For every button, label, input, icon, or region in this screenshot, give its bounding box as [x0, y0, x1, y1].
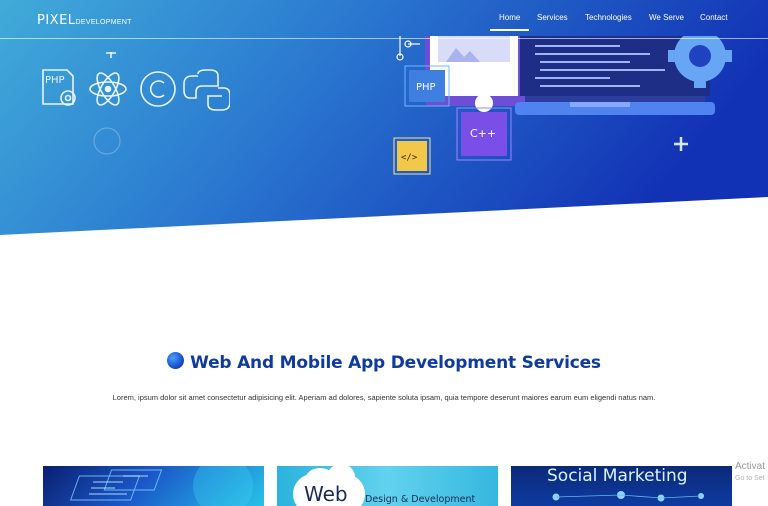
- web-word: Web: [304, 482, 348, 506]
- atom-icon: [89, 52, 127, 106]
- brand-name-main: PIXEL: [37, 13, 76, 28]
- title-dot-icon: [167, 352, 185, 369]
- nav-technologies[interactable]: Technologies: [585, 13, 632, 22]
- nav-we-serve[interactable]: We Serve: [649, 13, 684, 22]
- network-people-icons: [552, 491, 704, 502]
- php-badge: PHP: [404, 65, 450, 107]
- copyright-icon: [140, 71, 176, 107]
- laptop-screen: [425, 36, 715, 115]
- cpp-badge-label: C++: [470, 127, 496, 140]
- tech-icons-row: PHP: [42, 52, 230, 155]
- hero-banner: PHP PHP C++ </> PIXELDEVELOPMENT Home Se…: [0, 0, 768, 240]
- services-heading: Web And Mobile App Development Services: [0, 352, 768, 373]
- brand-logo[interactable]: PIXELDEVELOPMENT: [37, 11, 132, 29]
- brand-name-sub: DEVELOPMENT: [75, 19, 132, 26]
- php-gear-icon: PHP: [42, 69, 76, 106]
- python-icon: [183, 69, 230, 111]
- code-badge: </>: [393, 137, 431, 175]
- coding-card[interactable]: [43, 466, 264, 506]
- svg-text:PHP: PHP: [45, 75, 65, 86]
- connector-lines: [396, 36, 420, 61]
- windows-activation-watermark: Activat: [735, 461, 766, 472]
- php-badge-label: PHP: [416, 82, 436, 93]
- web-design-card[interactable]: Web Design & Development: [277, 466, 498, 506]
- section-title: Web And Mobile App Development Services: [190, 353, 601, 373]
- code-badge-label: </>: [401, 153, 418, 163]
- windows-activation-subtext: Go to Set: [735, 475, 765, 482]
- nav-contact[interactable]: Contact: [700, 13, 728, 22]
- laptop-illustration: PHP C++ </>: [393, 36, 732, 175]
- nav-home[interactable]: Home: [489, 13, 530, 31]
- plus-icon: [674, 137, 688, 151]
- code-screens-image: [69, 466, 253, 506]
- section-description: Lorem, ipsum dolor sit amet consectetur …: [112, 393, 656, 402]
- social-marketing-card[interactable]: Social Marketing: [511, 466, 732, 506]
- design-development-text: Design & Development: [365, 494, 476, 505]
- top-navbar: PIXELDEVELOPMENT Home Services Technolog…: [0, 0, 768, 39]
- decorative-ring: [93, 127, 121, 155]
- social-marketing-text: Social Marketing: [547, 466, 688, 486]
- nav-services[interactable]: Services: [537, 13, 568, 22]
